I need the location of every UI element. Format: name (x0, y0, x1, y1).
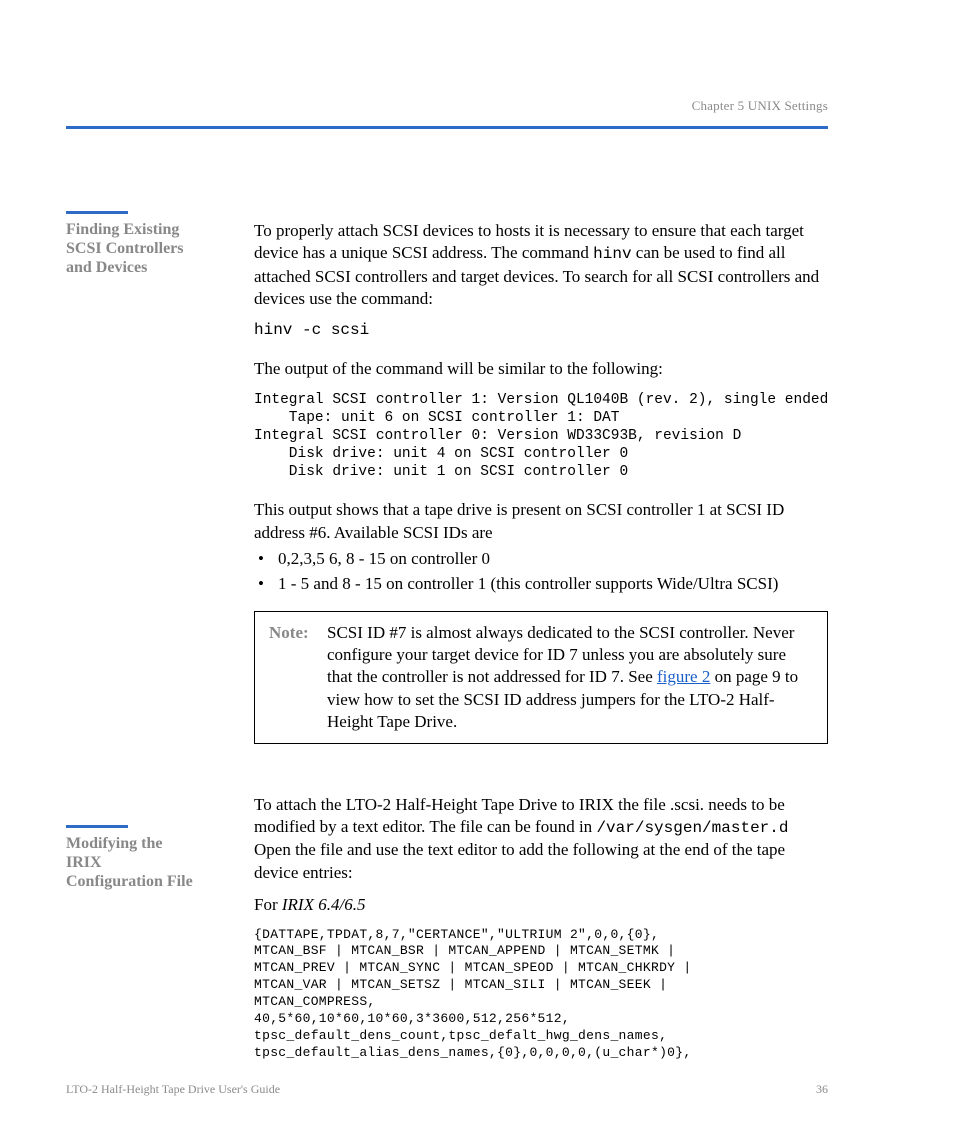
inline-cmd-hinv: hinv (593, 245, 631, 263)
page: Chapter 5 UNIX Settings Finding Existing… (0, 0, 954, 1145)
bullet-1: 0,2,3,5 6, 8 - 15 on controller 0 (254, 548, 828, 570)
side-rule-a (66, 211, 128, 214)
para-a3: This output shows that a tape drive is p… (254, 499, 828, 544)
note-box: Note: SCSI ID #7 is almost always dedica… (254, 611, 828, 743)
note-label: Note: (269, 622, 315, 732)
side-heading-b-line2: IRIX (66, 854, 102, 871)
para-a2: The output of the command will be simila… (254, 358, 828, 380)
cfg-code-block: {DATTAPE,TPDAT,8,7,"CERTANCE","ULTRIUM 2… (254, 927, 828, 1062)
footer-title: LTO-2 Half-Height Tape Drive User's Guid… (66, 1082, 280, 1097)
figure-link[interactable]: figure 2 (657, 667, 710, 686)
para-b2-em: IRIX 6.4/6.5 (282, 895, 366, 914)
bullet-list: 0,2,3,5 6, 8 - 15 on controller 0 1 - 5 … (254, 548, 828, 595)
side-heading-b: Modifying the IRIX Configuration File (66, 834, 236, 892)
para-b1: To attach the LTO-2 Half-Height Tape Dri… (254, 794, 828, 884)
footer-page-number: 36 (816, 1082, 828, 1097)
output-block: Integral SCSI controller 1: Version QL10… (254, 391, 828, 482)
para-a1: To properly attach SCSI devices to hosts… (254, 220, 828, 310)
bullet-2: 1 - 5 and 8 - 15 on controller 1 (this c… (254, 573, 828, 595)
side-heading-a-line3: and Devices (66, 259, 147, 276)
side-heading-a: Finding Existing SCSI Controllers and De… (66, 220, 236, 278)
side-heading-b-line1: Modifying the (66, 835, 162, 852)
para-b2-pre: For (254, 895, 282, 914)
para-b1-b: Open the file and use the text editor to… (254, 840, 785, 881)
note-body: SCSI ID #7 is almost always dedicated to… (327, 622, 813, 732)
header-rule (66, 126, 828, 129)
side-heading-a-line2: SCSI Controllers (66, 240, 184, 257)
side-rule-b (66, 825, 128, 828)
side-heading-a-line1: Finding Existing (66, 221, 179, 238)
para-b2: For IRIX 6.4/6.5 (254, 894, 828, 916)
content-column: To properly attach SCSI devices to hosts… (254, 220, 828, 1062)
inline-path: /var/sysgen/master.d (596, 819, 788, 837)
cmd-block-hinv: hinv -c scsi (254, 320, 828, 340)
running-header: Chapter 5 UNIX Settings (692, 98, 828, 114)
side-heading-b-line3: Configuration File (66, 873, 193, 890)
page-footer: LTO-2 Half-Height Tape Drive User's Guid… (66, 1082, 828, 1097)
